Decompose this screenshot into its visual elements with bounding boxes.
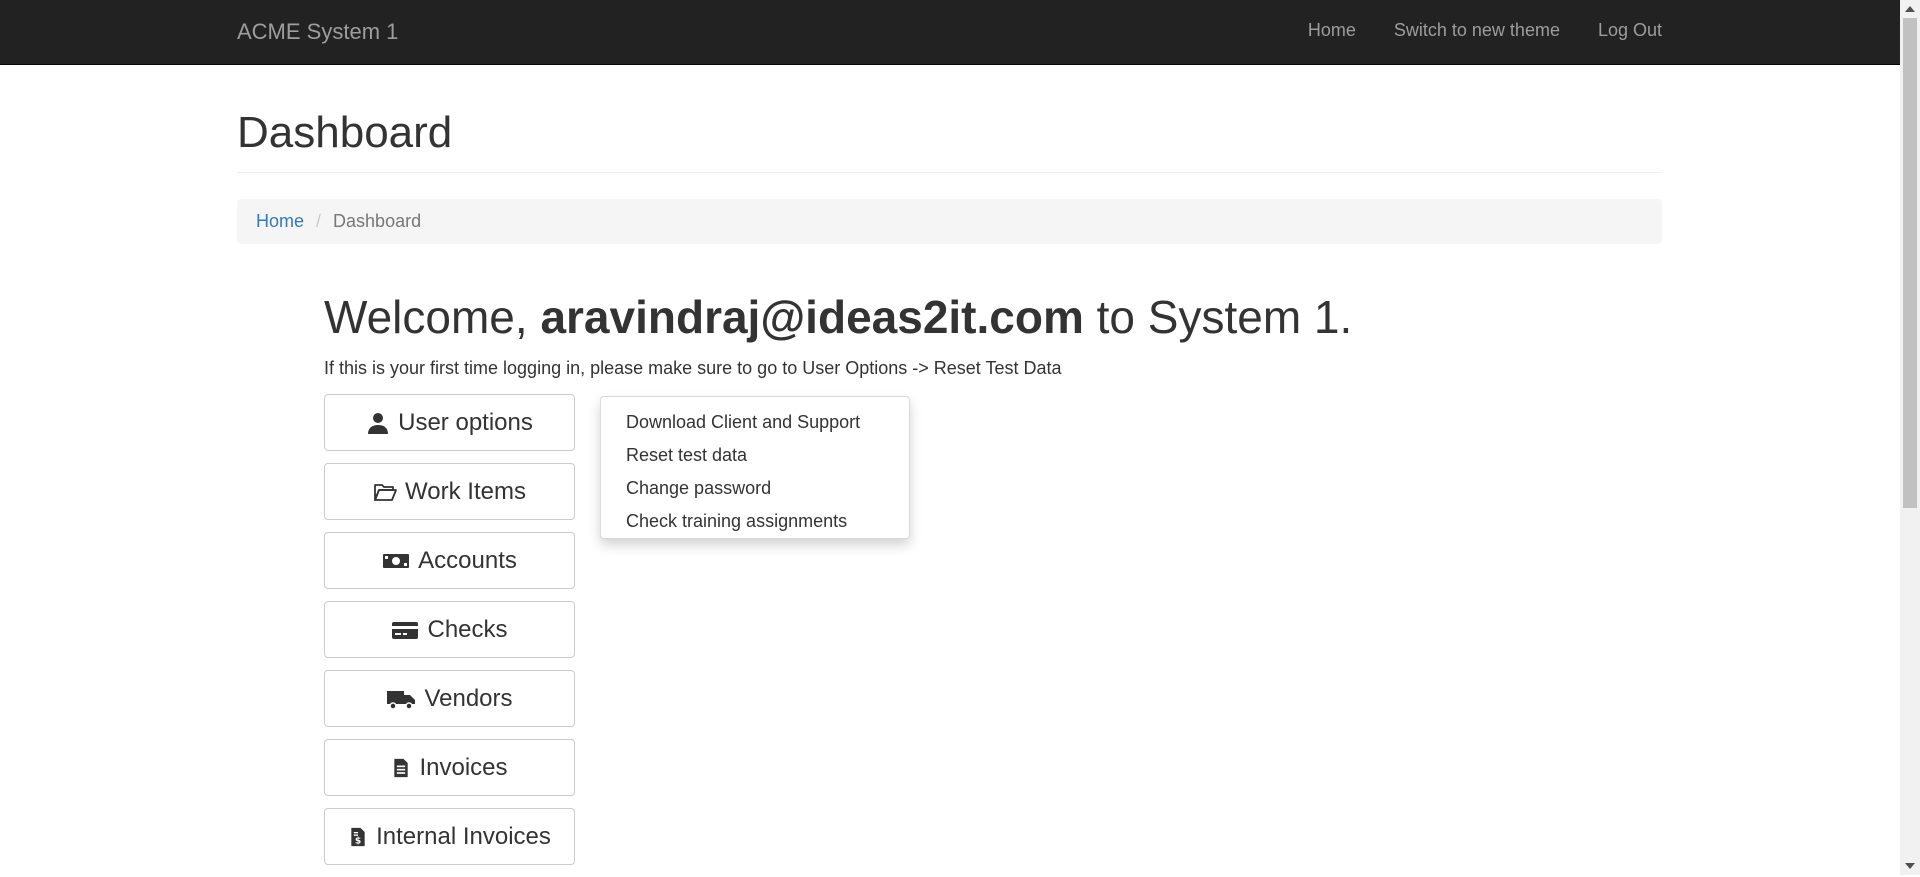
breadcrumb: Home / Dashboard (237, 199, 1662, 244)
nav-logout-link[interactable]: Log Out (1598, 20, 1662, 41)
nav-switch-theme-link[interactable]: Switch to new theme (1394, 20, 1560, 41)
invoices-button[interactable]: Invoices (324, 739, 575, 796)
internal-invoices-button[interactable]: $ Internal Invoices (324, 808, 575, 865)
user-icon (368, 412, 389, 434)
scrollbar-thumb[interactable] (1903, 18, 1917, 508)
welcome-prefix: Welcome, (324, 291, 541, 343)
work-items-button[interactable]: Work Items (324, 463, 575, 520)
welcome-suffix: to System 1. (1083, 291, 1353, 343)
checks-label: Checks (427, 615, 508, 643)
welcome-heading: Welcome, aravindraj@ideas2it.com to Syst… (324, 290, 1352, 344)
dashboard-menu: User options Work Items Accounts Checks … (324, 394, 576, 877)
page-header: Dashboard (237, 108, 1662, 173)
vendors-button[interactable]: Vendors (324, 670, 575, 727)
user-options-button[interactable]: User options (324, 394, 575, 451)
accounts-button[interactable]: Accounts (324, 532, 575, 589)
dropdown-item-reset-test-data[interactable]: Reset test data (601, 439, 909, 472)
internal-invoices-label: Internal Invoices (376, 822, 551, 850)
money-bill-icon (383, 553, 410, 568)
nav-home-link[interactable]: Home (1308, 20, 1356, 41)
breadcrumb-current: Dashboard (333, 211, 422, 231)
dropdown-item-check-training[interactable]: Check training assignments (601, 505, 909, 538)
user-options-label: User options (398, 408, 533, 436)
svg-text:$: $ (355, 835, 361, 846)
folder-open-icon (374, 483, 397, 501)
file-text-icon (394, 758, 409, 777)
work-items-label: Work Items (405, 477, 526, 505)
vendors-label: Vendors (424, 684, 513, 712)
dropdown-item-download-client[interactable]: Download Client and Support (601, 406, 909, 439)
dropdown-item-change-password[interactable]: Change password (601, 472, 909, 505)
breadcrumb-separator: / (316, 211, 322, 231)
page-title: Dashboard (237, 108, 453, 157)
brand-link[interactable]: ACME System 1 (237, 19, 398, 45)
first-login-hint: If this is your first time logging in, p… (324, 358, 1062, 378)
checks-button[interactable]: Checks (324, 601, 575, 658)
welcome-user-email: aravindraj@ideas2it.com (540, 291, 1084, 343)
accounts-label: Accounts (418, 546, 517, 574)
user-options-dropdown: Download Client and Support Reset test d… (600, 396, 910, 539)
navbar-links: Home Switch to new theme Log Out (1308, 20, 1662, 41)
scroll-down-arrow-icon[interactable] (1905, 863, 1915, 869)
invoices-label: Invoices (419, 753, 508, 781)
credit-card-icon (392, 621, 419, 639)
truck-icon (387, 690, 416, 710)
scroll-up-arrow-icon[interactable] (1905, 6, 1915, 12)
file-invoice-dollar-icon: $ (351, 827, 365, 846)
vertical-scrollbar[interactable] (1900, 0, 1920, 875)
breadcrumb-home-link[interactable]: Home (256, 211, 304, 232)
top-navbar: ACME System 1 Home Switch to new theme L… (0, 0, 1900, 65)
